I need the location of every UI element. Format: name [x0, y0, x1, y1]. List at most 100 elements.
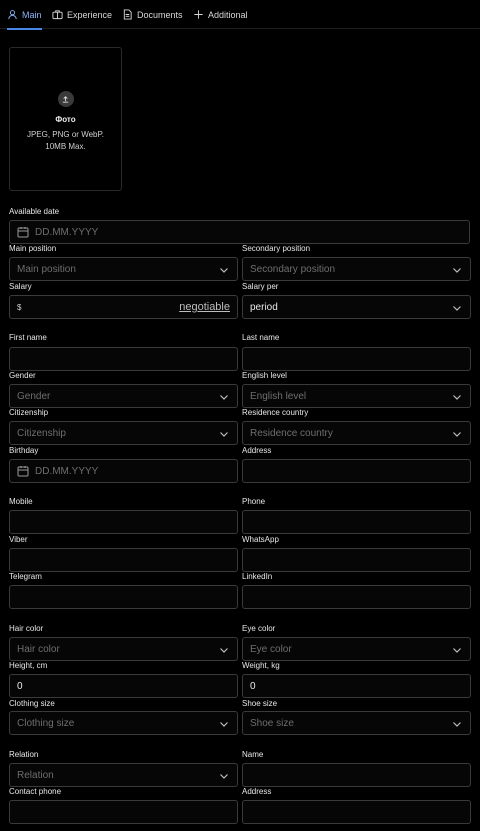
eye-color-placeholder: Eye color [250, 643, 292, 655]
linkedin-label: LinkedIn [242, 572, 273, 581]
mobile-input[interactable] [9, 510, 238, 534]
phone-label: Phone [242, 497, 266, 506]
photo-title: Фото [55, 115, 76, 124]
relation-label: Relation [9, 750, 39, 759]
gender-label: Gender [9, 371, 36, 380]
relation-select[interactable]: Relation [9, 763, 238, 787]
gender-select[interactable]: Gender [9, 384, 238, 408]
clothing-size-label: Clothing size [9, 699, 55, 708]
citizenship-select[interactable]: Citizenship [9, 421, 238, 445]
briefcase-icon [52, 10, 63, 20]
photo-upload[interactable]: Фото JPEG, PNG or WebP. 10MB Max. [9, 47, 122, 191]
main-position-label: Main position [9, 244, 57, 253]
hair-color-select[interactable]: Hair color [9, 637, 238, 661]
mobile-label: Mobile [9, 497, 33, 506]
first-name-label: First name [9, 333, 47, 342]
contact-name-label: Name [242, 750, 264, 759]
english-level-label: English level [242, 371, 287, 380]
tab-main-label: Main [22, 9, 42, 20]
residence-country-label: Residence country [242, 408, 309, 417]
contact-phone-input[interactable] [9, 800, 238, 824]
first-name-input[interactable] [9, 347, 238, 371]
contact-name-input[interactable] [242, 763, 471, 787]
calendar-icon [17, 466, 29, 477]
chevron-down-icon [453, 268, 461, 273]
negotiable-link[interactable]: negotiable [179, 301, 230, 313]
chevron-down-icon [220, 774, 228, 779]
clothing-size-placeholder: Clothing size [17, 717, 75, 729]
eye-color-select[interactable]: Eye color [242, 637, 471, 661]
calendar-icon [17, 227, 29, 238]
plus-icon [194, 10, 203, 19]
chevron-down-icon [220, 395, 228, 400]
height-value: 0 [17, 680, 23, 692]
photo-hint: JPEG, PNG or WebP. 10MB Max. [26, 130, 105, 151]
chevron-down-icon [220, 648, 228, 653]
salary-label: Salary [9, 282, 32, 291]
weight-input[interactable]: 0 [242, 674, 471, 698]
shoe-size-select[interactable]: Shoe size [242, 711, 471, 735]
chevron-down-icon [220, 268, 228, 273]
secondary-position-label: Secondary position [242, 244, 311, 253]
tab-bar: Main Experience Documents Additional [0, 0, 480, 30]
citizenship-label: Citizenship [9, 408, 49, 417]
english-level-select[interactable]: English level [242, 384, 471, 408]
contact-address-label: Address [242, 787, 272, 796]
last-name-input[interactable] [242, 347, 471, 371]
salary-per-value: period [250, 301, 278, 313]
height-input[interactable]: 0 [9, 674, 238, 698]
document-icon [123, 9, 132, 20]
citizenship-placeholder: Citizenship [17, 427, 66, 439]
salary-input[interactable]: $ negotiable [9, 295, 238, 319]
currency-symbol: $ [17, 302, 22, 312]
available-date-input[interactable]: DD.MM.YYYY [9, 220, 470, 244]
address-input[interactable] [242, 459, 471, 483]
main-position-select[interactable]: Main position [9, 257, 238, 281]
gender-placeholder: Gender [17, 390, 51, 402]
eye-color-label: Eye color [242, 624, 276, 633]
viber-input[interactable] [9, 548, 238, 572]
chevron-down-icon [453, 648, 461, 653]
birthday-input[interactable]: DD.MM.YYYY [9, 459, 238, 483]
tab-additional-label: Additional [208, 9, 248, 20]
residence-country-placeholder: Residence country [250, 427, 333, 439]
chevron-down-icon [220, 722, 228, 727]
tab-main[interactable]: Main [7, 0, 42, 30]
relation-placeholder: Relation [17, 769, 54, 781]
chevron-down-icon [453, 722, 461, 727]
telegram-input[interactable] [9, 585, 238, 609]
last-name-label: Last name [242, 333, 280, 342]
residence-country-select[interactable]: Residence country [242, 421, 471, 445]
whatsapp-input[interactable] [242, 548, 471, 572]
secondary-position-select[interactable]: Secondary position [242, 257, 471, 281]
birthday-label: Birthday [9, 446, 39, 455]
available-date-placeholder: DD.MM.YYYY [35, 226, 99, 238]
tab-documents-label: Documents [137, 9, 183, 20]
main-position-placeholder: Main position [17, 263, 76, 275]
user-icon [8, 10, 17, 20]
available-date-label: Available date [9, 207, 60, 216]
tab-experience[interactable]: Experience [52, 0, 112, 29]
shoe-size-placeholder: Shoe size [250, 717, 294, 729]
upload-icon [57, 91, 74, 107]
contact-address-input[interactable] [242, 800, 471, 824]
english-level-placeholder: English level [250, 390, 307, 402]
tab-documents[interactable]: Documents [122, 0, 183, 29]
hair-color-placeholder: Hair color [17, 643, 60, 655]
phone-input[interactable] [242, 510, 471, 534]
secondary-position-placeholder: Secondary position [250, 263, 336, 275]
viber-label: Viber [9, 535, 28, 544]
salary-per-select[interactable]: period [242, 295, 471, 319]
weight-label: Weight, kg [242, 661, 280, 670]
tab-additional[interactable]: Additional [193, 0, 248, 29]
salary-per-label: Salary per [242, 282, 279, 291]
height-label: Height, cm [9, 661, 48, 670]
tab-experience-label: Experience [67, 9, 113, 20]
hair-color-label: Hair color [9, 624, 44, 633]
whatsapp-label: WhatsApp [242, 535, 279, 544]
chevron-down-icon [453, 432, 461, 437]
birthday-placeholder: DD.MM.YYYY [35, 465, 99, 477]
clothing-size-select[interactable]: Clothing size [9, 711, 238, 735]
linkedin-input[interactable] [242, 585, 471, 609]
address-label: Address [242, 446, 272, 455]
